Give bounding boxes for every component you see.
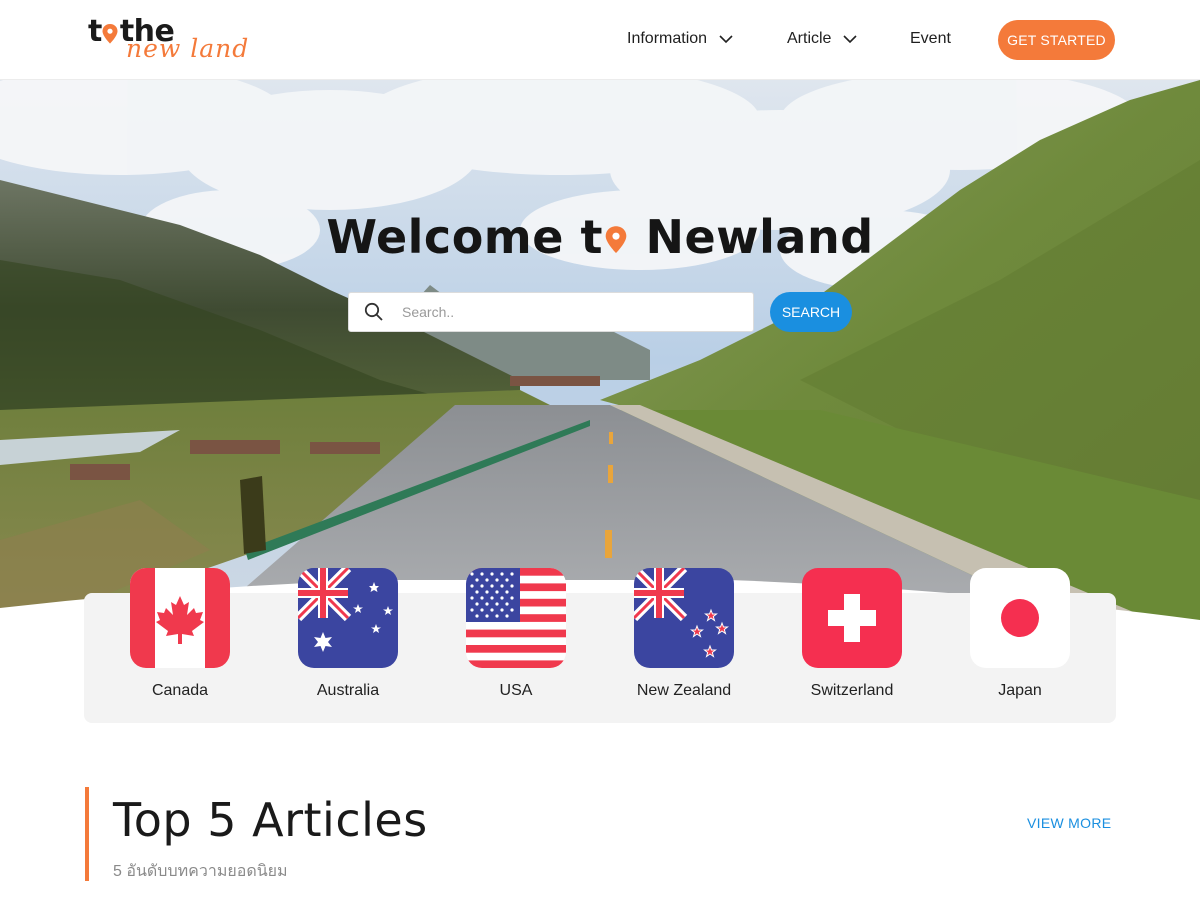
hero-title: Welcome t Newland — [326, 210, 874, 264]
nav-item-event[interactable]: Event — [910, 30, 951, 48]
search-input[interactable] — [402, 304, 732, 320]
new-zealand-flag-icon — [634, 568, 734, 668]
chevron-down-icon — [719, 35, 733, 44]
mountain-road-image — [0, 80, 1200, 640]
section-accent-bar — [85, 787, 89, 881]
country-card-australia[interactable]: Australia — [298, 568, 398, 700]
view-more-link[interactable]: VIEW MORE — [1027, 815, 1111, 831]
country-list: Canada Australia USA New Zealand Switzer… — [84, 568, 1116, 723]
japan-flag-icon — [970, 568, 1070, 668]
country-card-canada[interactable]: Canada — [130, 568, 230, 700]
get-started-button[interactable]: GET STARTED — [998, 20, 1115, 60]
chevron-down-icon — [843, 35, 858, 44]
location-pin-icon — [102, 24, 118, 44]
nav-item-article[interactable]: Article — [787, 30, 858, 48]
search-icon — [364, 302, 383, 321]
switzerland-flag-icon — [802, 568, 902, 668]
site-logo[interactable]: t the new land — [88, 14, 268, 66]
australia-flag-icon — [298, 568, 398, 668]
location-pin-icon — [605, 226, 627, 254]
country-card-switzerland[interactable]: Switzerland — [802, 568, 902, 700]
nav-item-information[interactable]: Information — [627, 30, 733, 48]
hero-banner: Welcome t Newland SEARCH — [0, 80, 1200, 640]
country-card-new-zealand[interactable]: New Zealand — [634, 568, 734, 700]
search-field[interactable] — [348, 292, 754, 332]
usa-flag-icon — [466, 568, 566, 668]
section-subtitle: 5 อันดับบทความยอดนิยม — [113, 863, 288, 880]
top-navbar: t the new land Information Article Event … — [0, 0, 1200, 80]
section-title: Top 5 Articles — [113, 793, 428, 847]
country-card-usa[interactable]: USA — [466, 568, 566, 700]
country-card-japan[interactable]: Japan — [970, 568, 1070, 700]
top-articles-section: Top 5 Articles 5 อันดับบทความยอดนิยม VIE… — [85, 787, 1115, 881]
canada-flag-icon — [130, 568, 230, 668]
search-button[interactable]: SEARCH — [770, 292, 852, 332]
